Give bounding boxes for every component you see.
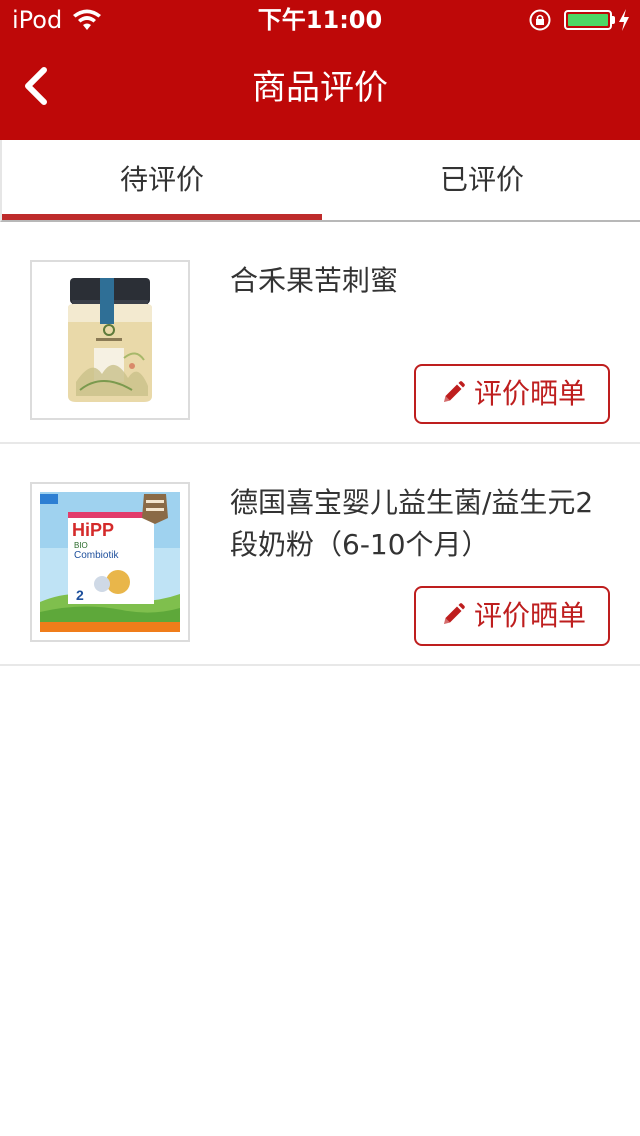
review-button-label: 评价晒单 [474,377,587,410]
list-item: 合禾果苦刺蜜 评价晒单 [0,222,640,444]
review-tabs: 待评价 已评价 [0,140,640,222]
tab-pending-review[interactable]: 待评价 [2,140,322,220]
svg-text:2: 2 [76,587,84,603]
screen: iPod 下午11:00 商品评价 待评价 已评价 合禾果苦刺蜜 评价晒单 Hi… [0,0,640,1136]
battery-tip [612,16,615,24]
pencil-icon [444,381,465,402]
review-button[interactable]: 评价晒单 [414,364,610,424]
nav-bar: 商品评价 [0,40,640,140]
review-button[interactable]: 评价晒单 [414,586,610,646]
status-bar: iPod 下午11:00 [0,0,640,40]
formula-box-illustration: HiPP BIO Combiotik 2 [40,492,180,632]
pencil-icon [444,603,465,624]
svg-text:BIO: BIO [74,541,88,550]
hipp-formula-box-image[interactable]: HiPP BIO Combiotik 2 [30,482,190,642]
review-button-label: 评价晒单 [474,599,587,632]
battery-icon [564,10,612,30]
product-list: 合禾果苦刺蜜 评价晒单 HiPP BIO Combiotik 2 德国喜宝婴儿益… [0,222,640,666]
top-bar: iPod 下午11:00 商品评价 [0,0,640,140]
svg-text:Combiotik: Combiotik [74,550,119,561]
rotation-lock-icon [529,9,551,31]
charging-bolt-icon [619,9,629,31]
list-item: HiPP BIO Combiotik 2 德国喜宝婴儿益生菌/益生元2段奶粉（6… [0,444,640,666]
svg-text:HiPP: HiPP [72,520,114,540]
honey-jar-image[interactable] [30,260,190,420]
product-name[interactable]: 合禾果苦刺蜜 [230,260,610,302]
honey-jar-illustration [68,278,152,402]
tab-reviewed[interactable]: 已评价 [322,140,640,220]
page-title: 商品评价 [252,68,388,108]
product-name[interactable]: 德国喜宝婴儿益生菌/益生元2段奶粉（6-10个月） [230,482,610,566]
battery-level [568,14,608,26]
active-tab-indicator [2,214,322,220]
